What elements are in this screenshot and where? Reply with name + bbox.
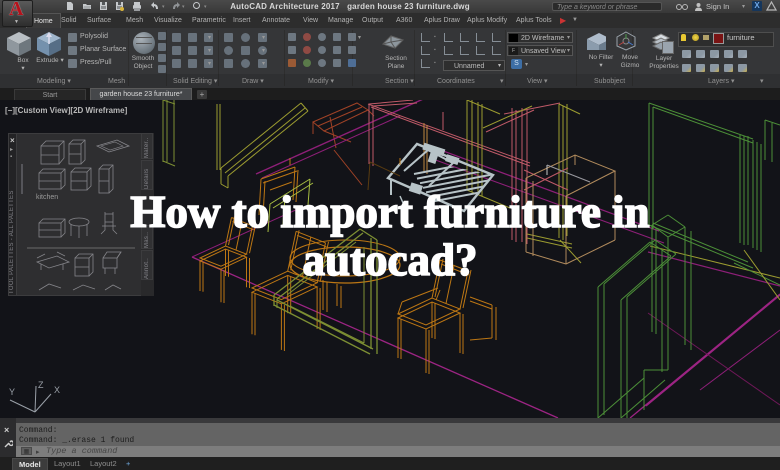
svg-text:Z: Z	[38, 380, 44, 390]
svg-text:Y: Y	[9, 387, 15, 397]
svg-text:X: X	[54, 385, 60, 395]
